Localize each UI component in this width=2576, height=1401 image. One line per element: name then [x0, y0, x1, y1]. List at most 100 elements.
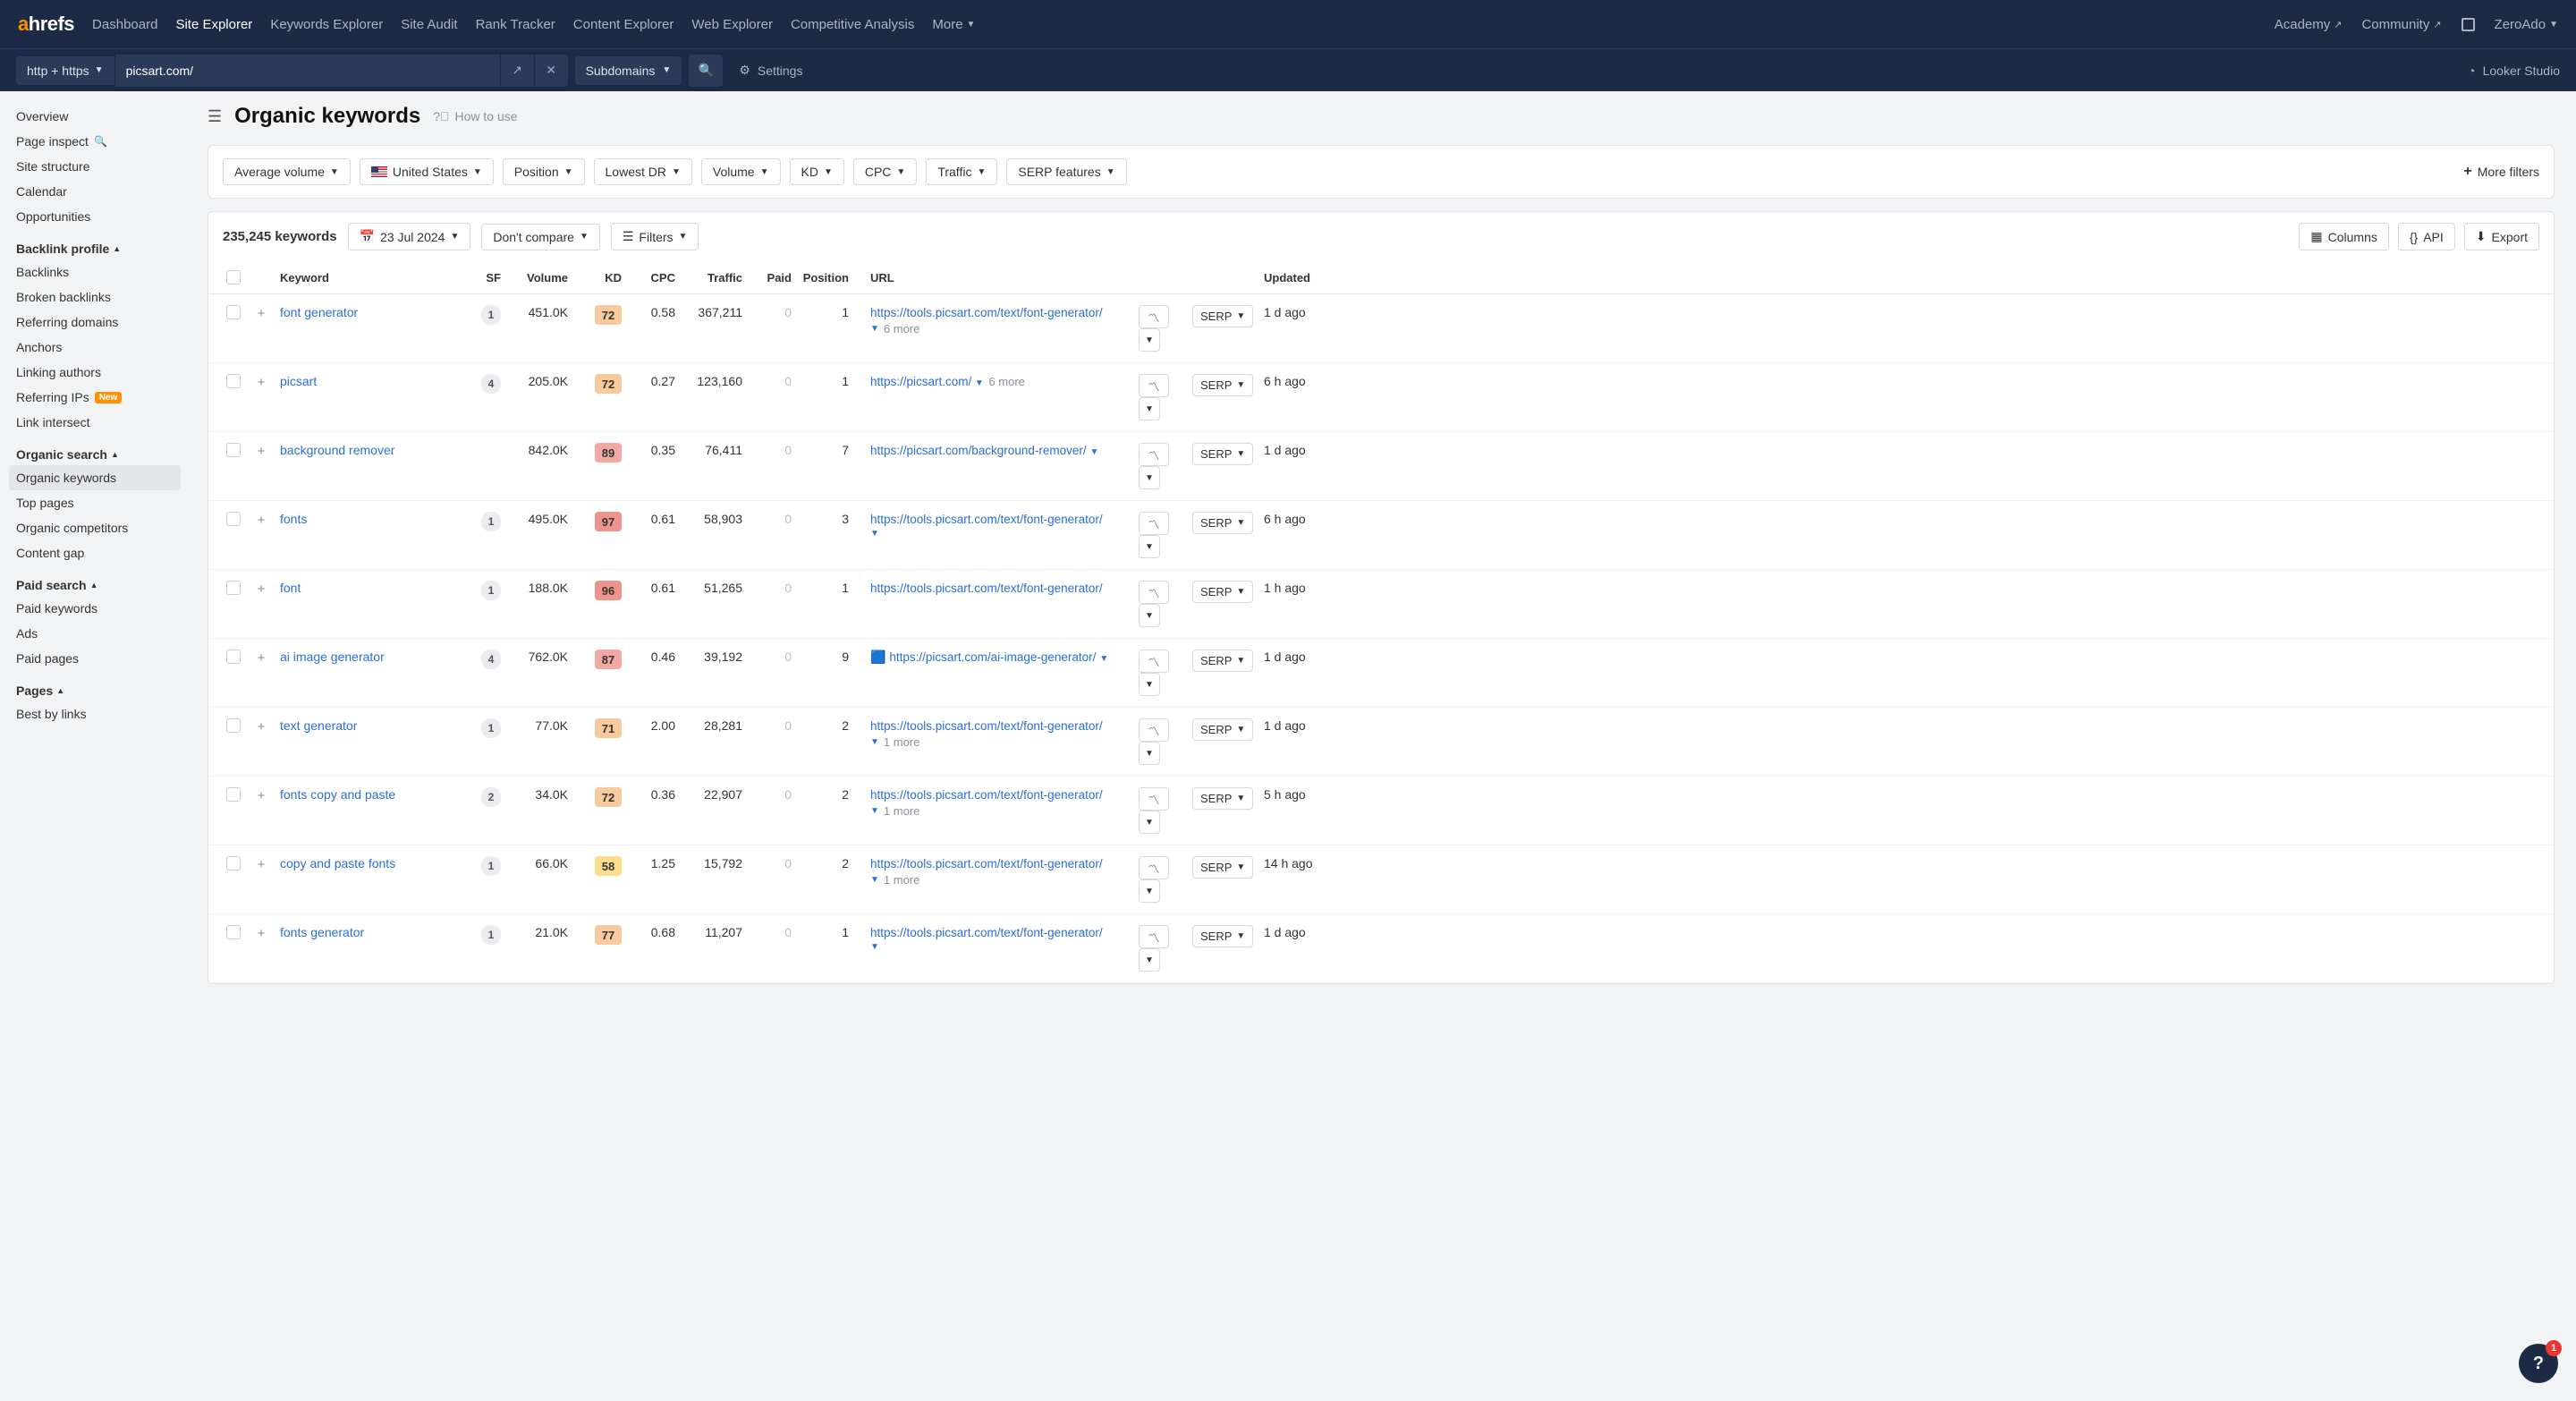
url-link[interactable]: https://picsart.com/: [870, 375, 971, 388]
sidebar-heading-organic-search[interactable]: Organic search ▲: [16, 435, 181, 465]
sidebar-item-backlinks[interactable]: Backlinks: [16, 259, 181, 284]
trend-dropdown-button[interactable]: ▼: [1139, 328, 1160, 352]
more-filters-button[interactable]: + More filters: [2463, 164, 2539, 180]
trend-dropdown-button[interactable]: ▼: [1139, 397, 1160, 420]
url-link[interactable]: https://picsart.com/background-remover/: [870, 444, 1087, 457]
serp-button[interactable]: SERP▼: [1192, 581, 1253, 603]
columns-button[interactable]: ▦ Columns: [2299, 223, 2388, 250]
keyword-link[interactable]: fonts generator: [280, 925, 364, 939]
keyword-link[interactable]: font: [280, 581, 301, 595]
nav-academy[interactable]: Academy ↗: [2275, 17, 2343, 32]
sidebar-item-broken-backlinks[interactable]: Broken backlinks: [16, 284, 181, 310]
sf-badge[interactable]: 1: [481, 581, 501, 600]
serp-button[interactable]: SERP▼: [1192, 512, 1253, 534]
trend-chart-button[interactable]: 〽: [1139, 718, 1169, 742]
keyword-link[interactable]: background remover: [280, 443, 394, 457]
row-checkbox[interactable]: [226, 374, 241, 388]
sidebar-item-ads[interactable]: Ads: [16, 621, 181, 646]
col-paid[interactable]: Paid: [746, 271, 795, 284]
trend-chart-button[interactable]: 〽: [1139, 374, 1169, 397]
serp-button[interactable]: SERP▼: [1192, 925, 1253, 947]
workspace-icon[interactable]: [2462, 18, 2475, 31]
filter-kd[interactable]: KD ▼: [790, 158, 844, 185]
sidebar-item-calendar[interactable]: Calendar: [16, 179, 181, 204]
col-cpc[interactable]: CPC: [625, 271, 679, 284]
filter-average-volume[interactable]: Average volume ▼: [223, 158, 351, 185]
serp-button[interactable]: SERP▼: [1192, 718, 1253, 741]
sidebar-item-referring-ips[interactable]: Referring IPs New: [16, 385, 181, 410]
select-all-checkbox[interactable]: [226, 270, 241, 284]
serp-button[interactable]: SERP▼: [1192, 787, 1253, 810]
more-urls[interactable]: ▼ 6 more: [870, 322, 1131, 335]
filters-button[interactable]: ☰ Filters ▼: [611, 223, 699, 250]
sidebar-item-opportunities[interactable]: Opportunities: [16, 204, 181, 229]
sf-badge[interactable]: 4: [481, 374, 501, 394]
settings-button[interactable]: ⚙ Settings: [739, 63, 802, 78]
sf-badge[interactable]: 1: [481, 305, 501, 325]
nav-more[interactable]: More ▼: [932, 17, 975, 32]
sf-badge[interactable]: 1: [481, 718, 501, 738]
mode-select[interactable]: Subdomains ▼: [575, 56, 682, 85]
col-position[interactable]: Position: [795, 271, 867, 284]
sidebar-heading-backlink-profile[interactable]: Backlink profile ▲: [16, 229, 181, 259]
sidebar-heading-pages[interactable]: Pages ▲: [16, 671, 181, 701]
row-checkbox[interactable]: [226, 581, 241, 595]
serp-button[interactable]: SERP▼: [1192, 443, 1253, 465]
nav-competitive-analysis[interactable]: Competitive Analysis: [791, 17, 914, 32]
filter-traffic[interactable]: Traffic ▼: [926, 158, 997, 185]
url-link[interactable]: https://picsart.com/ai-image-generator/: [889, 650, 1096, 664]
sf-badge[interactable]: 1: [481, 512, 501, 531]
logo[interactable]: ahrefs: [18, 13, 74, 36]
sidebar-item-anchors[interactable]: Anchors: [16, 335, 181, 360]
keyword-link[interactable]: fonts copy and paste: [280, 787, 395, 802]
add-keyword-icon[interactable]: +: [253, 443, 269, 459]
sidebar-item-overview[interactable]: Overview: [16, 104, 181, 129]
keyword-link[interactable]: text generator: [280, 718, 357, 733]
sidebar-item-linking-authors[interactable]: Linking authors: [16, 360, 181, 385]
sidebar-item-paid-keywords[interactable]: Paid keywords: [16, 596, 181, 621]
more-urls[interactable]: ▼ 1 more: [870, 873, 1131, 887]
sidebar-item-page-inspect[interactable]: Page inspect 🔍: [16, 129, 181, 154]
sidebar-item-top-pages[interactable]: Top pages: [16, 490, 181, 515]
trend-dropdown-button[interactable]: ▼: [1139, 535, 1160, 558]
sf-badge[interactable]: 1: [481, 856, 501, 876]
row-checkbox[interactable]: [226, 443, 241, 457]
row-checkbox[interactable]: [226, 787, 241, 802]
keyword-link[interactable]: fonts: [280, 512, 307, 526]
url-dropdown-icon[interactable]: ▼: [1096, 650, 1110, 664]
url-input[interactable]: [115, 55, 500, 87]
sidebar-item-link-intersect[interactable]: Link intersect: [16, 410, 181, 435]
trend-chart-button[interactable]: 〽: [1139, 787, 1169, 811]
clear-url-button[interactable]: ✕: [534, 55, 568, 87]
nav-community[interactable]: Community ↗: [2361, 17, 2441, 32]
filter-serp-features[interactable]: SERP features ▼: [1006, 158, 1126, 185]
api-button[interactable]: {} API: [2398, 223, 2455, 250]
filter-united-states[interactable]: United States ▼: [360, 158, 494, 185]
url-dropdown-icon[interactable]: ▼: [870, 529, 1131, 539]
add-keyword-icon[interactable]: +: [253, 305, 269, 321]
url-link[interactable]: https://tools.picsart.com/text/font-gene…: [870, 857, 1103, 870]
serp-button[interactable]: SERP▼: [1192, 650, 1253, 672]
help-bubble[interactable]: ? 1: [2519, 1344, 2558, 1383]
url-dropdown-icon[interactable]: ▼: [1087, 443, 1101, 457]
how-to-use-button[interactable]: ?⃝ How to use: [433, 109, 517, 123]
keyword-link[interactable]: copy and paste fonts: [280, 856, 395, 870]
row-checkbox[interactable]: [226, 925, 241, 939]
url-link[interactable]: https://tools.picsart.com/text/font-gene…: [870, 582, 1103, 595]
trend-chart-button[interactable]: 〽: [1139, 650, 1169, 673]
nav-content-explorer[interactable]: Content Explorer: [573, 17, 674, 32]
trend-chart-button[interactable]: 〽: [1139, 512, 1169, 535]
serp-button[interactable]: SERP▼: [1192, 856, 1253, 879]
col-url[interactable]: URL: [867, 271, 1135, 284]
keyword-link[interactable]: font generator: [280, 305, 358, 319]
col-keyword[interactable]: Keyword: [276, 271, 469, 284]
date-picker[interactable]: 📅 23 Jul 2024 ▼: [348, 223, 471, 250]
sidebar-item-paid-pages[interactable]: Paid pages: [16, 646, 181, 671]
col-kd[interactable]: KD: [572, 271, 625, 284]
add-keyword-icon[interactable]: +: [253, 581, 269, 597]
trend-dropdown-button[interactable]: ▼: [1139, 673, 1160, 696]
trend-chart-button[interactable]: 〽: [1139, 305, 1169, 328]
nav-dashboard[interactable]: Dashboard: [92, 17, 157, 32]
add-keyword-icon[interactable]: +: [253, 787, 269, 803]
sidebar-item-content-gap[interactable]: Content gap: [16, 540, 181, 565]
